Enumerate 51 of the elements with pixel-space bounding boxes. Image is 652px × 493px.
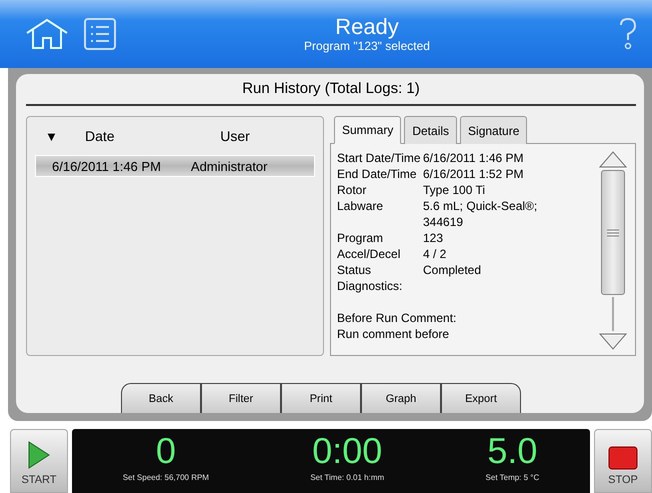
start-button[interactable]: START [10, 429, 68, 493]
action-button[interactable]: Back [121, 383, 201, 413]
tab[interactable]: Details [404, 116, 458, 144]
field-value: 5.6 mL; Quick-Seal®; [423, 198, 538, 214]
date-cell: 6/16/2011 1:46 PM [52, 158, 161, 174]
action-button[interactable]: Print [281, 383, 361, 413]
action-button[interactable]: Filter [201, 383, 281, 413]
field-label: End Date/Time [337, 166, 418, 182]
field-label: Program [337, 230, 384, 246]
comment-text: Before Run Comment: [337, 310, 458, 326]
menu-icon[interactable] [84, 18, 116, 50]
readout-value: 5.0 [487, 429, 538, 473]
field-value: 6/16/2011 1:52 PM [423, 166, 525, 182]
status-subtitle: Program "123" selected [304, 39, 430, 53]
readout-caption: Set Speed: 56,700 RPM [122, 473, 209, 482]
help-icon[interactable] [618, 17, 638, 51]
field-label: Rotor [337, 182, 368, 198]
stop-button[interactable]: STOP [594, 429, 652, 493]
home-icon[interactable] [24, 18, 70, 50]
status-title: Ready [335, 15, 399, 39]
field-label: Start Date/Time [337, 150, 422, 166]
panel-title: Run History (Total Logs: 1) [26, 74, 636, 106]
user-cell: Administrator [190, 158, 268, 174]
field-value: 344619 [423, 214, 464, 230]
readout-value: 0:00 [312, 429, 382, 473]
tab[interactable]: Summary [334, 116, 402, 144]
readout-caption: Set Temp: 5 °C [486, 473, 540, 482]
field-label: Diagnostics: [337, 278, 404, 294]
field-value: 123 [423, 230, 444, 246]
action-button[interactable]: Export [441, 383, 521, 413]
column-header[interactable]: Date [85, 128, 195, 144]
field-label: Status [337, 262, 372, 278]
log-row[interactable]: 6/16/2011 1:46 PM Administrator [35, 155, 315, 177]
sort-indicator[interactable]: ▼ [35, 128, 85, 144]
field-value: 4 / 2 [423, 246, 448, 262]
scroll-thumb[interactable] [601, 170, 625, 295]
field-value: Completed [423, 262, 482, 278]
action-button[interactable]: Graph [361, 383, 441, 413]
readout-value: 0 [156, 429, 176, 473]
field-value: Type 100 Ti [423, 182, 486, 198]
play-icon [27, 440, 51, 470]
scroll-up-icon[interactable] [599, 150, 627, 168]
scroll-down-icon[interactable] [599, 333, 627, 351]
field-value: 6/16/2011 1:46 PM [423, 150, 525, 166]
comment-text: Run comment before [337, 326, 450, 342]
field-label: Labware [337, 198, 384, 214]
column-header[interactable]: User [195, 128, 275, 144]
tab[interactable]: Signature [460, 116, 528, 144]
readout-caption: Set Time: 0.01 h:mm [310, 473, 384, 482]
field-label: Accel/Decel [337, 246, 402, 262]
stop-icon [608, 446, 638, 470]
